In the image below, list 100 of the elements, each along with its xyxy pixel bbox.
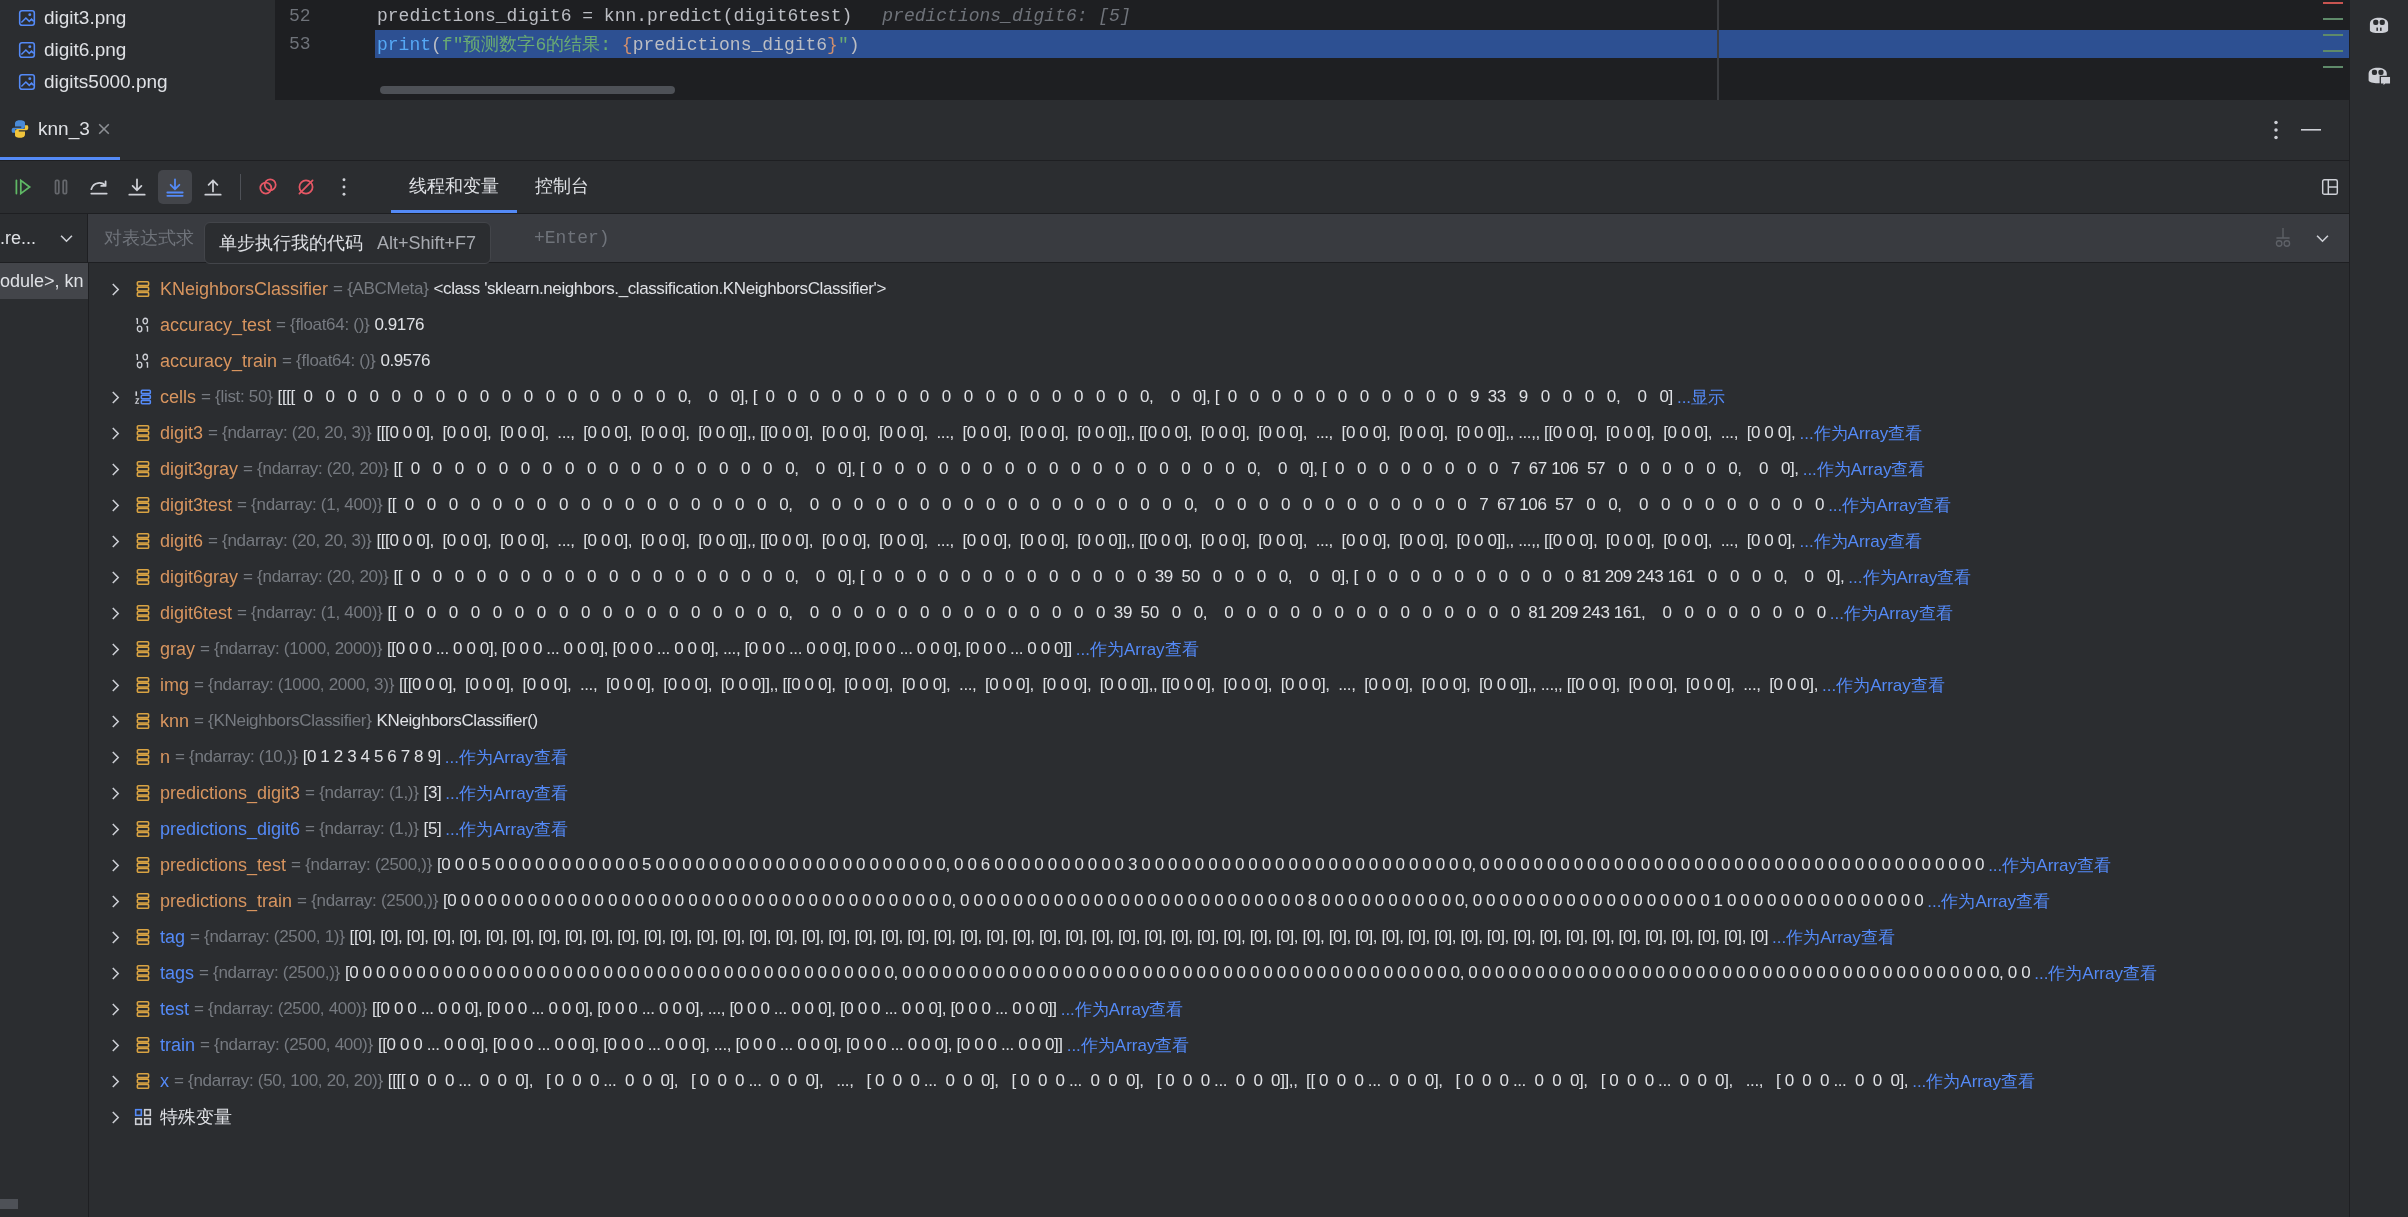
expand-chevron-icon[interactable] (111, 282, 120, 296)
list-icon (134, 388, 152, 406)
variable-type: = {ndarray: (1,)} (305, 783, 419, 803)
variable-name: digit6test (160, 602, 233, 624)
close-icon[interactable] (97, 122, 110, 135)
stack-icon (134, 1072, 152, 1090)
variable-value: [[0 0 0 ... 0 0 0], [0 0 0 ... 0 0 0], [0 0 0 ... 0 0 0], ..., [0 0 0 ... 0 0 0], [0 0 0 ... 0 0 0], [0 0 0 ... 0 0 0]] (371, 999, 1057, 1019)
step-into-my-code-icon (164, 176, 186, 198)
expand-chevron-icon[interactable] (111, 786, 120, 800)
more-icon[interactable] (2273, 120, 2279, 140)
grid-icon (134, 1108, 152, 1126)
step-into-my-code-button[interactable] (158, 170, 192, 204)
step-into-icon (126, 176, 148, 198)
expand-chevron-icon[interactable] (111, 1038, 120, 1052)
expand-chevron-icon[interactable] (111, 678, 120, 692)
expand-chevron-icon[interactable] (111, 930, 120, 944)
view-as-array-link[interactable]: ...作为Array查看 (1772, 925, 1895, 949)
stack-icon (134, 748, 152, 766)
view-as-array-link[interactable]: ...作为Array查看 (1988, 853, 2111, 877)
variable-name: predictions_digit6 (160, 818, 301, 840)
file-item[interactable]: digit3.png (0, 2, 275, 34)
view-as-array-link[interactable]: ...作为Array查看 (1075, 637, 1199, 661)
python-icon (10, 118, 30, 139)
variable-name: digit6 (160, 530, 204, 552)
variable-value: KNeighborsClassifier() (376, 711, 538, 731)
stack-icon (134, 784, 152, 802)
expand-chevron-icon[interactable] (111, 462, 120, 476)
variable-name: accuracy_test (160, 314, 272, 336)
minimize-icon[interactable] (2301, 128, 2321, 132)
expand-chevron-icon[interactable] (111, 966, 120, 980)
variable-value: [[[[ 0 0 0 0 0 0 0 0 0 0 0 0 0 0 0 0 0 0, 0 0], [ 0 0 0 0 0 0 0 0 0 0 0 0 0 0 0 0 0 0, 0 0], [ 0 0 0 0 0 0 0 0 0 0 0 9 33 9 0 0 0 0, 0 0] (277, 387, 1673, 407)
expand-chevron-icon[interactable] (111, 498, 120, 512)
expand-chevron-icon[interactable] (111, 750, 120, 764)
variable-value: 0.9176 (374, 315, 424, 335)
chevron-down-icon[interactable] (2316, 233, 2329, 243)
view-as-array-link[interactable]: ...作为Array查看 (1799, 529, 1923, 553)
variable-value: [[ 0 0 0 0 0 0 0 0 0 0 0 0 0 0 0 0 0 0, 0 0], [ 0 0 0 0 0 0 0 0 0 0 0 0 0 0 0 0 0 0, 0 0], [ 0 0 0 0 0 0 0 0 7 67 106 57 0 0 0 0 0 0, 0 0], (393, 459, 1799, 479)
view-as-array-link[interactable]: ...作为Array查看 (1828, 493, 1951, 517)
stack-frame[interactable]: odule>, kn (0, 263, 88, 299)
variable-name: predictions_digit3 (160, 782, 301, 804)
expand-chevron-icon[interactable] (111, 606, 120, 620)
view-as-array-link[interactable]: ...作为Array查看 (1060, 997, 1184, 1021)
panel-tab[interactable]: 控制台 (517, 161, 607, 213)
variable-type: = {ndarray: (2500,)} (297, 891, 439, 911)
debug-session-tab[interactable]: knn_3 (0, 100, 120, 160)
expand-chevron-icon[interactable] (111, 426, 120, 440)
variable-type: = {KNeighborsClassifier} (194, 711, 372, 731)
variable-value: [0 0 0 0 0 0 0 0 0 0 0 0 0 0 0 0 0 0 0 0 0 0 0 0 0 0 0 0 0 0 0 0 0 0 0 0 0 0 0 0 0, 0 0 0 0 0 0 0 0 0 0 0 0 0 0 0 0 0 0 0 0 0 0 0 0 0 0 0 0 0 0 0 0 0 0 0 0 0 0 0 0 0 0, 0 0 0 0 0 0 0 0 0 0 0 0 0 0 0 0 0 0 0 0 0 0 0 0 0 0 0 0 0 0 0 0 0 0 0 0 0 0 0 0, 0 0 (345, 963, 2031, 983)
view-as-array-link[interactable]: ...作为Array查看 (1822, 673, 1945, 697)
view-as-array-link[interactable]: ...作为Array查看 (2034, 961, 2157, 985)
expand-chevron-icon[interactable] (111, 390, 120, 404)
stack-icon (134, 460, 152, 478)
expand-chevron-icon[interactable] (111, 858, 120, 872)
file-item[interactable]: digit6.png (0, 34, 275, 66)
view-as-array-link[interactable]: ...作为Array查看 (1927, 889, 2051, 913)
stack-icon (134, 640, 152, 658)
expand-chevron-icon[interactable] (111, 1110, 120, 1124)
layout-icon[interactable] (2321, 178, 2339, 196)
view-as-array-link[interactable]: ...作为Array查看 (1912, 1069, 2035, 1093)
view-as-array-link[interactable]: ...作为Array查看 (1802, 457, 1926, 481)
stack-icon (134, 568, 152, 586)
stack-icon (134, 964, 152, 982)
variable-name: cells (160, 386, 196, 408)
variable-value: [[[0 0 0], [0 0 0], [0 0 0], ..., [0 0 0], [0 0 0], [0 0 0]],, [[0 0 0], [0 0 0], [0 0 0], ..., [0 0 0], [0 0 0], [0 0 0]],, [[0 0 0], [0 0 0], [0 0 0], ..., [0 0 0], [0 0 0], [0 0 0]],, ...,, [[0 0 0], [0 0 0], [0 0 0], ..., [0 0 0], (399, 675, 1819, 695)
expand-chevron-icon[interactable] (111, 1002, 120, 1016)
variable-name: predictions_test (160, 854, 287, 876)
variable-name: tags (160, 962, 195, 984)
stack-icon (134, 928, 152, 946)
variable-value: <class 'sklearn.neighbors._classification.KNeighborsClassifier'> (433, 279, 886, 299)
expand-chevron-icon[interactable] (111, 894, 120, 908)
expand-chevron-icon[interactable] (111, 1074, 120, 1088)
stack-icon (134, 1000, 152, 1018)
tooltip-text: 单步执行我的代码 (219, 232, 363, 255)
expand-chevron-icon[interactable] (111, 714, 120, 728)
variable-value: [3] (423, 783, 442, 803)
file-item[interactable]: digits5000.png (0, 66, 275, 98)
code-line: print(f"预测数字6的结果: {predictions_digit6}") (376, 34, 860, 56)
view-as-array-link[interactable]: ...作为Array查看 (1066, 1033, 1190, 1057)
expand-chevron-icon[interactable] (111, 570, 120, 584)
expand-chevron-icon[interactable] (111, 822, 120, 836)
view-as-array-link[interactable]: ...显示 (1676, 385, 1726, 409)
expand-chevron-icon[interactable] (111, 642, 120, 656)
expand-chevron-icon[interactable] (111, 534, 120, 548)
view-as-array-link[interactable]: ...作为Array查看 (445, 817, 569, 841)
view-as-array-link[interactable]: ...作为Array查看 (1799, 421, 1923, 445)
variable-type: = {ABCMeta} (333, 279, 429, 299)
image-file-icon (18, 73, 36, 91)
scrollbar[interactable] (0, 1199, 18, 1209)
scrollbar[interactable] (380, 86, 675, 94)
image-file-icon (18, 9, 36, 27)
view-as-array-link[interactable]: ...作为Array查看 (1829, 601, 1953, 625)
stack-icon (134, 532, 152, 550)
variable-name: predictions_train (160, 890, 293, 912)
view-as-array-link[interactable]: ...作为Array查看 (444, 745, 568, 769)
variable-type: = {ndarray: (2500, 400)} (194, 999, 367, 1019)
view-as-array-link[interactable]: ...作为Array查看 (445, 781, 569, 805)
view-as-array-link[interactable]: ...作为Array查看 (1848, 565, 1972, 589)
variable-type: = {ndarray: (20, 20, 3)} (208, 531, 372, 551)
variable-name: img (160, 674, 189, 696)
variable-value: [[ 0 0 0 0 0 0 0 0 0 0 0 0 0 0 0 0 0 0, 0 0 0 0 0 0 0 0 0 0 0 0 0 0 39 50 0 0, 0 0 0 0 0 0 0 0 0 0 0 0 0 0 81 209 243 161, 0 0 0 0 0 0 0 0 (387, 603, 1826, 623)
